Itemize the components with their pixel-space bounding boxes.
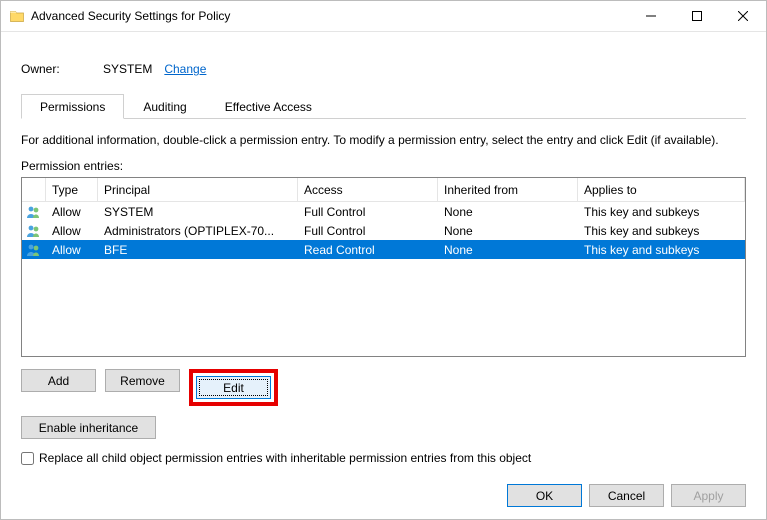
- cancel-button[interactable]: Cancel: [589, 484, 664, 507]
- table-row[interactable]: AllowSYSTEMFull ControlNoneThis key and …: [22, 202, 745, 221]
- cell-principal: SYSTEM: [98, 205, 298, 219]
- cell-applies: This key and subkeys: [578, 243, 745, 257]
- table-header: Type Principal Access Inherited from App…: [22, 178, 745, 202]
- users-icon: [22, 204, 46, 220]
- users-icon: [22, 242, 46, 258]
- cell-access: Read Control: [298, 243, 438, 257]
- cell-type: Allow: [46, 224, 98, 238]
- dialog-window: Advanced Security Settings for Policy Ow…: [0, 0, 767, 520]
- change-owner-link[interactable]: Change: [164, 62, 206, 76]
- col-applies[interactable]: Applies to: [578, 178, 745, 201]
- info-text: For additional information, double-click…: [21, 133, 746, 147]
- edit-button[interactable]: Edit: [196, 376, 271, 399]
- cell-applies: This key and subkeys: [578, 205, 745, 219]
- tab-effective-access[interactable]: Effective Access: [206, 94, 331, 119]
- cell-inherited: None: [438, 224, 578, 238]
- table-row[interactable]: AllowBFERead ControlNoneThis key and sub…: [22, 240, 745, 259]
- cell-applies: This key and subkeys: [578, 224, 745, 238]
- dialog-footer: OK Cancel Apply: [21, 474, 746, 507]
- table-row[interactable]: AllowAdministrators (OPTIPLEX-70...Full …: [22, 221, 745, 240]
- replace-checkbox-label: Replace all child object permission entr…: [39, 451, 531, 465]
- apply-button[interactable]: Apply: [671, 484, 746, 507]
- minimize-button[interactable]: [628, 1, 674, 31]
- tab-strip: Permissions Auditing Effective Access: [21, 94, 746, 119]
- owner-value: SYSTEM: [103, 62, 152, 76]
- close-button[interactable]: [720, 1, 766, 31]
- permission-table: Type Principal Access Inherited from App…: [21, 177, 746, 357]
- ok-button[interactable]: OK: [507, 484, 582, 507]
- replace-checkbox-row[interactable]: Replace all child object permission entr…: [21, 451, 746, 465]
- enable-inheritance-button[interactable]: Enable inheritance: [21, 416, 156, 439]
- col-inherited[interactable]: Inherited from: [438, 178, 578, 201]
- col-principal[interactable]: Principal: [98, 178, 298, 201]
- tab-auditing[interactable]: Auditing: [124, 94, 205, 119]
- owner-label: Owner:: [21, 62, 103, 76]
- titlebar: Advanced Security Settings for Policy: [1, 1, 766, 32]
- replace-checkbox[interactable]: [21, 452, 34, 465]
- owner-row: Owner: SYSTEM Change: [21, 62, 746, 76]
- cell-principal: BFE: [98, 243, 298, 257]
- users-icon: [22, 223, 46, 239]
- cell-type: Allow: [46, 205, 98, 219]
- cell-inherited: None: [438, 205, 578, 219]
- remove-button[interactable]: Remove: [105, 369, 180, 392]
- entries-label: Permission entries:: [21, 159, 746, 173]
- cell-inherited: None: [438, 243, 578, 257]
- folder-icon: [9, 8, 25, 24]
- cell-access: Full Control: [298, 224, 438, 238]
- edit-highlight: Edit: [189, 369, 278, 406]
- col-type[interactable]: Type: [46, 178, 98, 201]
- col-icon[interactable]: [22, 178, 46, 201]
- table-body: AllowSYSTEMFull ControlNoneThis key and …: [22, 202, 745, 259]
- window-title: Advanced Security Settings for Policy: [31, 9, 628, 23]
- tab-permissions[interactable]: Permissions: [21, 94, 124, 119]
- add-button[interactable]: Add: [21, 369, 96, 392]
- cell-type: Allow: [46, 243, 98, 257]
- window-controls: [628, 1, 766, 31]
- col-access[interactable]: Access: [298, 178, 438, 201]
- cell-access: Full Control: [298, 205, 438, 219]
- cell-principal: Administrators (OPTIPLEX-70...: [98, 224, 298, 238]
- maximize-button[interactable]: [674, 1, 720, 31]
